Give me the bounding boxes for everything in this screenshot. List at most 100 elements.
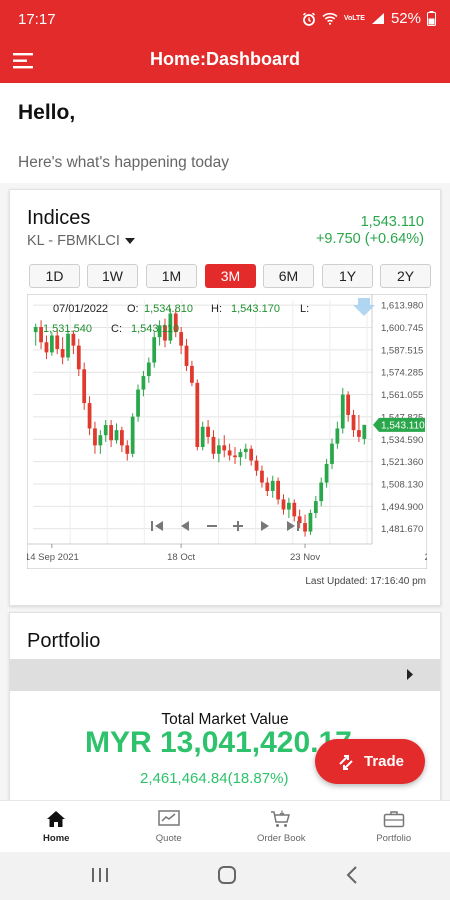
nav-item-order-book[interactable]: Order Book xyxy=(225,801,338,852)
home-icon xyxy=(47,811,66,827)
y-tick-label: 1,574.285 xyxy=(381,368,423,379)
x-tick-label: 18 Oct xyxy=(167,552,195,563)
candle-body xyxy=(324,463,329,483)
nav-label-portfolio: Portfolio xyxy=(376,833,412,844)
candle-body xyxy=(340,394,345,429)
back-button[interactable] xyxy=(345,865,359,890)
alarm-icon xyxy=(302,12,316,26)
candle-body xyxy=(103,425,108,436)
y-tick-label: 1,508.130 xyxy=(381,480,423,491)
wifi-icon xyxy=(322,12,338,25)
home-system-button[interactable] xyxy=(217,865,237,890)
candle-body xyxy=(238,452,243,458)
candle-body xyxy=(206,426,210,437)
dashboard-content[interactable]: Hello, Here's what's happening today Ind… xyxy=(0,83,450,800)
y-tick-label: 1,534.590 xyxy=(381,435,423,446)
nav-label-quote: Quote xyxy=(155,833,182,844)
candle-body xyxy=(152,337,157,363)
index-selector[interactable]: KL - FBMKLCI xyxy=(27,233,135,249)
candle-body xyxy=(44,342,49,353)
recent-apps-icon xyxy=(92,868,108,882)
trade-button[interactable]: Trade xyxy=(315,739,425,784)
candle-body xyxy=(33,327,38,333)
tab-period-1m[interactable]: 1M xyxy=(146,264,197,288)
tooltip-low: 1,531.540 xyxy=(43,323,92,335)
cart-icon xyxy=(271,810,291,827)
tooltip-close-label: C: xyxy=(111,323,122,335)
candle-body xyxy=(87,403,92,429)
candle-body xyxy=(125,445,130,454)
nav-item-quote[interactable]: Quote xyxy=(113,801,226,852)
candle-body xyxy=(60,349,65,358)
tab-period-1y[interactable]: 1Y xyxy=(322,264,373,288)
candle-body xyxy=(292,502,297,517)
tab-period-1w[interactable]: 1W xyxy=(87,264,138,288)
candle-body xyxy=(109,425,113,441)
nav-item-portfolio[interactable]: Portfolio xyxy=(338,801,450,852)
last-updated: Last Updated: 17:16:40 pm xyxy=(305,576,426,587)
greeting-hello: Hello, xyxy=(18,101,76,124)
status-icons: VoLTE 52% xyxy=(302,10,436,27)
candle-body xyxy=(98,435,103,446)
tooltip-high: 1,543.170 xyxy=(231,303,280,315)
candle-body xyxy=(303,523,307,532)
tab-period-1d[interactable]: 1D xyxy=(29,264,80,288)
candle-body xyxy=(227,450,232,456)
candle-body xyxy=(200,426,205,448)
candle-body xyxy=(66,333,70,358)
y-tick-label: 1,587.515 xyxy=(381,345,423,356)
zoom-out-icon[interactable] xyxy=(207,525,217,527)
candle xyxy=(136,384,140,422)
index-change: +9.750 (+0.64%) xyxy=(315,231,424,247)
candle xyxy=(49,332,54,356)
candle-body xyxy=(93,428,97,446)
candlestick-chart[interactable]: 1,613.980 1,600.745 1,587.515 1,574.285 1,56… xyxy=(27,294,427,569)
candle-body xyxy=(335,428,340,444)
candle-body xyxy=(55,335,60,350)
portfolio-account-bar[interactable] xyxy=(10,659,440,691)
candle xyxy=(130,413,135,458)
system-navigation-bar xyxy=(0,852,450,900)
candle-body xyxy=(233,455,237,458)
candle-body xyxy=(82,369,87,404)
x-tick-label: 27 Dec xyxy=(425,552,427,563)
candle-body xyxy=(254,460,259,471)
dropdown-caret-icon xyxy=(124,237,135,244)
candle-body xyxy=(287,502,291,510)
candle-body xyxy=(49,335,54,353)
candle-body xyxy=(249,448,254,461)
page-title: Home:Dashboard xyxy=(149,49,301,69)
candle-body xyxy=(330,443,334,464)
y-tick-label: 1,600.745 xyxy=(381,323,423,334)
nav-label-order-book: Order Book xyxy=(256,833,306,844)
candle-body xyxy=(136,389,140,417)
tab-period-6m[interactable]: 6M xyxy=(263,264,314,288)
y-tick-label: 1,494.900 xyxy=(381,502,423,513)
candle xyxy=(195,379,200,451)
candle xyxy=(82,362,87,410)
greeting-section: Hello, Here's what's happening today xyxy=(0,83,450,183)
candle-body xyxy=(265,482,270,491)
bottom-navigation: Home Quote Order Book Portfolio xyxy=(0,800,450,852)
candle-body xyxy=(211,436,216,454)
total-market-value-change: 2,461,464.84(18.87%) xyxy=(140,770,289,787)
indices-title: Indices xyxy=(27,207,91,229)
candle-body xyxy=(313,501,318,513)
tab-period-2y[interactable]: 2Y xyxy=(380,264,431,288)
portfolio-title: Portfolio xyxy=(27,630,101,652)
chevron-right-icon[interactable] xyxy=(406,669,414,680)
battery-icon xyxy=(427,11,436,26)
candle xyxy=(308,509,313,535)
candle-body xyxy=(146,362,151,377)
recent-apps-button[interactable] xyxy=(91,865,109,890)
home-circle-icon xyxy=(218,866,236,884)
index-selector-label: KL - FBMKLCI xyxy=(27,233,120,249)
candle-body xyxy=(71,333,76,346)
tooltip-close: 1,543.110 xyxy=(131,323,179,335)
tab-period-3m[interactable]: 3M xyxy=(205,264,256,288)
briefcase-icon xyxy=(383,811,404,828)
tooltip-open: 1,534.810 xyxy=(144,303,193,315)
volte-icon: VoLTE xyxy=(343,15,365,22)
candle-body xyxy=(351,414,356,431)
nav-item-home[interactable]: Home xyxy=(0,801,113,852)
